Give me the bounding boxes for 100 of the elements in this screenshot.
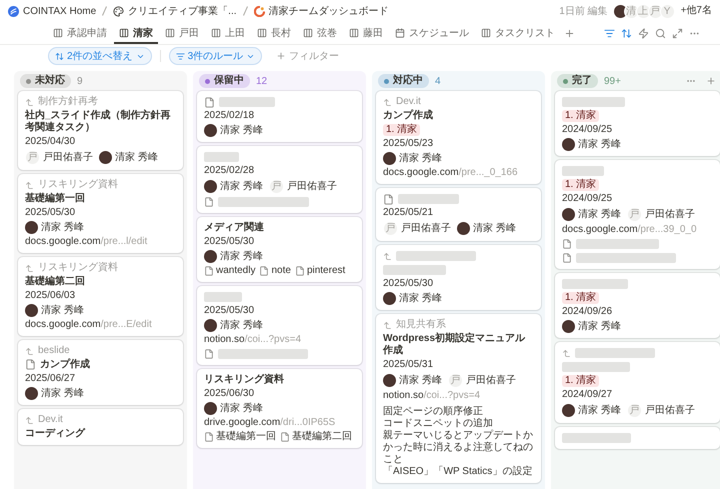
breadcrumb-link[interactable]: COINTAX Home: [8, 6, 96, 16]
card-title[interactable]: 社内_スライド作成（制作方針再考関連タスク）: [25, 110, 176, 134]
rules-button[interactable]: 3件のルール: [168, 47, 262, 65]
view-tab[interactable]: 戸田: [160, 22, 204, 44]
task-card[interactable]: リスキリング資料 基礎編第一回 2025/05/30 清家 秀峰 docs.google.com/pre...l/edit: [18, 174, 183, 253]
task-card[interactable]: メディア関連 2025/05/30 清家 秀峰 wantedly note pinterest: [197, 217, 362, 282]
task-card[interactable]: 1. 清家 2024/09/25 清家 秀峰: [555, 91, 720, 156]
person-name: 戸田佑喜子: [286, 180, 337, 192]
parent-item: 制作方針再考: [38, 96, 98, 108]
task-card[interactable]: リスキリング資料 基礎編第二回 2025/06/03 清家 秀峰 docs.google.com/pre...E/edit: [18, 257, 183, 336]
avatar-icon: [25, 304, 38, 317]
file-icon: [204, 197, 214, 207]
card-title[interactable]: コーディング: [25, 428, 85, 440]
card-title[interactable]: 基礎編第一回: [25, 193, 85, 205]
task-card[interactable]: 2025/05/30 清家 秀峰: [376, 245, 541, 310]
plus-icon: [564, 28, 575, 38]
person-name: 戸田佑喜子: [466, 374, 516, 386]
card-title[interactable]: リスキリング資料: [204, 374, 284, 386]
person-name: 清家 秀峰: [578, 138, 621, 150]
palette-icon: [113, 6, 124, 16]
url-link[interactable]: notion.so/coi...?pvs=4: [204, 334, 302, 346]
url-link[interactable]: notion.so/coi...?pvs=4: [383, 390, 480, 402]
filter-icon: [176, 52, 185, 60]
task-card[interactable]: 2025/02/28 清家 秀峰 戸 戸田佑喜子: [197, 146, 362, 213]
page-icon: [204, 96, 215, 108]
view-tab[interactable]: 弦巻: [298, 22, 342, 44]
file-link[interactable]: 基礎編第二回: [280, 431, 352, 443]
card-title[interactable]: カンプ作成: [383, 110, 433, 122]
card-title[interactable]: カンプ作成: [40, 359, 90, 371]
avatar-icon: [383, 152, 396, 165]
task-card[interactable]: 知見共有系 Wordpress初期設定マニュアル作成 2025/05/31 清家 秀峰 戸 戸田佑喜子 notion.so/coi...?pvs=4 固定ページの順序修正 コードスニペットの追加 親テーマいじるとアップデートかかった時に消えるよ注意してねのこと 「AISEO」「WP Statics」の設定: [376, 314, 541, 483]
url-link[interactable]: docs.google.com/pre...39_0_0: [562, 224, 697, 236]
plus-icon: [276, 51, 286, 61]
blurred-block: [383, 265, 446, 275]
file-icon: [562, 253, 572, 263]
person-name: 清家 秀峰: [41, 222, 84, 234]
view-tab[interactable]: スケジュール: [390, 22, 474, 44]
tag: 1. 清家: [562, 292, 600, 304]
board-icon: [165, 28, 175, 38]
file-link[interactable]: note: [259, 265, 291, 277]
task-card[interactable]: 2025/05/21 戸 戸田佑喜子 清家 秀峰: [376, 188, 541, 241]
breadcrumb-link[interactable]: クリエイティブ事業「...: [113, 4, 237, 18]
avatar-icon: [204, 319, 217, 332]
date: 2025/05/30: [204, 236, 256, 248]
board-icon: [481, 28, 491, 38]
date: 2025/06/30: [204, 388, 256, 400]
task-card[interactable]: 2025/05/30 清家 秀峰 notion.so/coi...?pvs=4: [197, 286, 362, 365]
person-name: 清家 秀峰: [473, 222, 516, 234]
task-card[interactable]: beslide カンプ作成 2025/06/27 清家 秀峰: [18, 340, 183, 405]
card-title[interactable]: Wordpress初期設定マニュアル作成: [383, 333, 534, 357]
person-name: 清家 秀峰: [399, 152, 442, 164]
avatar-icon: [562, 138, 575, 151]
file-icon: [294, 266, 305, 276]
view-tab[interactable]: 藤田: [344, 22, 388, 44]
task-card[interactable]: 2025/02/18 清家 秀峰: [197, 91, 362, 142]
page-icon: [25, 359, 36, 370]
url-link[interactable]: docs.google.com/pre..._0_166: [383, 167, 518, 179]
avatar-icon: [562, 320, 575, 333]
date: 2024/09/27: [562, 389, 614, 401]
person-name: 清家 秀峰: [399, 374, 442, 386]
file-link[interactable]: 基礎編第一回: [204, 431, 276, 443]
url-link[interactable]: drive.google.com/dri...0IP65S: [204, 417, 336, 429]
logo-icon: [8, 6, 19, 16]
breadcrumb-link[interactable]: 清家チームダッシュボード: [254, 4, 389, 18]
file-icon: [280, 432, 290, 442]
avatar-icon: 戸: [268, 179, 284, 194]
task-card[interactable]: Dev.it カンプ作成 1. 清家 2025/05/23 清家 秀峰 docs.google.com/pre..._0_166: [376, 91, 541, 184]
view-tab[interactable]: タスクリスト: [476, 22, 560, 44]
task-card[interactable]: Dev.it コーディング: [18, 409, 183, 445]
url-link[interactable]: docs.google.com/pre...E/edit: [25, 319, 152, 331]
date: 2025/06/27: [25, 373, 76, 385]
card-title[interactable]: メディア関連: [204, 222, 264, 234]
avatar-icon: [614, 4, 627, 18]
card-count: 9: [77, 76, 83, 86]
card-title[interactable]: 基礎編第二回: [25, 276, 85, 288]
view-tab[interactable]: 長村: [252, 22, 296, 44]
file-icon: [204, 349, 214, 359]
avatar-icon: [562, 208, 575, 221]
note-line: 「AISEO」「WP Statics」の設定: [383, 466, 534, 478]
sort-button[interactable]: 2件の並べ替え: [48, 47, 152, 65]
task-card[interactable]: 1. 清家 2024/09/27 清家 秀峰 戸 戸田佑喜子: [555, 342, 720, 423]
task-card[interactable]: 制作方針再考 社内_スライド作成（制作方針再考関連タスク） 2025/04/30 戸 戸田佑喜子 清家 秀峰: [18, 91, 183, 170]
blurred-block: [562, 97, 625, 107]
file-icon: [259, 266, 270, 276]
url-link[interactable]: docs.google.com/pre...l/edit: [25, 236, 148, 248]
task-card[interactable]: 1. 清家 2024/09/26 清家 秀峰: [555, 273, 720, 338]
task-card[interactable]: リスキリング資料 2025/06/30 清家 秀峰 drive.google.com/dri...0IP65S 基礎編第一回 基礎編第二回: [197, 369, 362, 448]
person-name: 清家 秀峰: [220, 250, 263, 262]
file-link[interactable]: wantedly: [204, 265, 256, 277]
view-tab[interactable]: 上田: [206, 22, 250, 44]
file-link[interactable]: pinterest: [294, 265, 346, 277]
view-tab[interactable]: 承認申請: [48, 22, 112, 44]
task-card[interactable]: 1. 清家 2024/09/25 清家 秀峰 戸 戸田佑喜子 docs.google.com/pre...39_0_0: [555, 160, 720, 269]
parent-arrow-icon: [25, 346, 34, 356]
avatar-icon: 戸: [626, 207, 642, 222]
view-tab[interactable]: 清家: [114, 22, 158, 44]
avatar-icon: 戸: [25, 150, 40, 165]
person-name: 清家 秀峰: [115, 152, 158, 164]
person-name: 戸田佑喜子: [644, 208, 695, 220]
avatar-icon: [204, 402, 217, 415]
